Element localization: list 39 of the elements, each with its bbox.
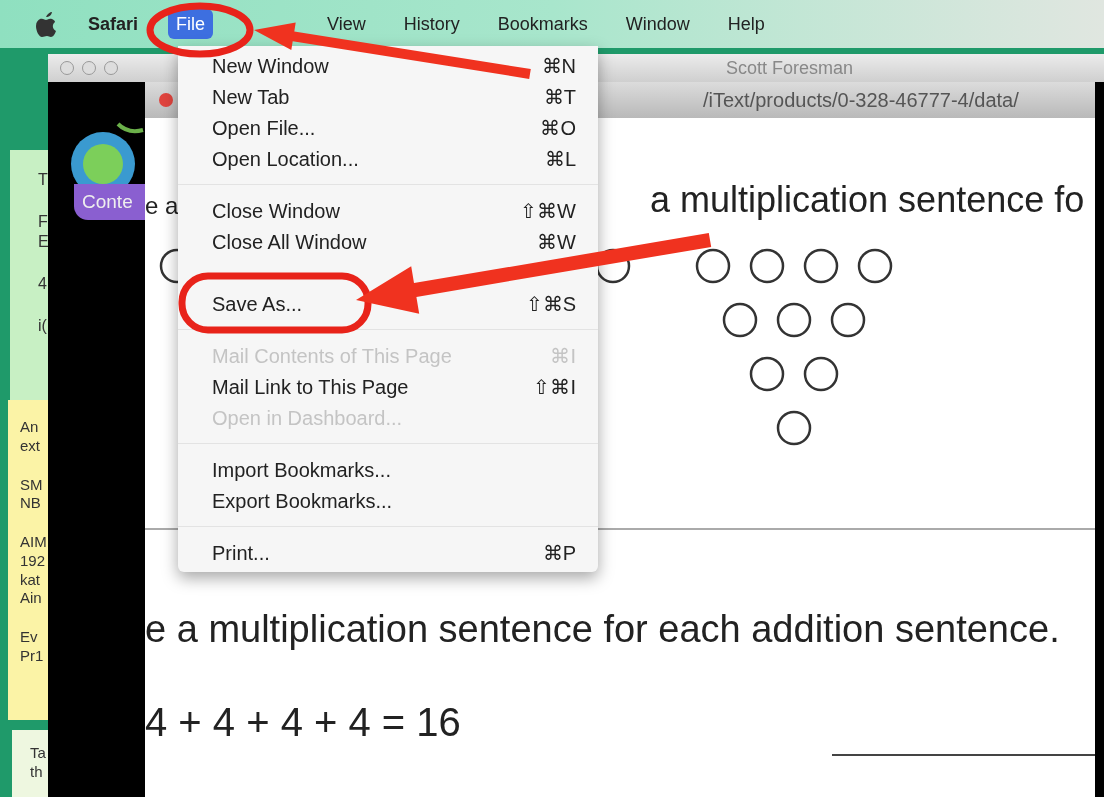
note-text: AIM 192 kat Ain (20, 533, 48, 608)
menu-item[interactable]: Save As... ⇧⌘S (178, 288, 598, 319)
menu-item[interactable]: Print... ⌘P (178, 537, 598, 568)
tab[interactable]: Conte (74, 184, 145, 220)
menu-item[interactable]: Import Bookmarks... (178, 454, 598, 485)
menu-bar-item[interactable]: Bookmarks (489, 9, 596, 39)
note-text: F E (38, 212, 50, 252)
instruction-text: e a (145, 192, 179, 219)
menu-item[interactable]: Close All Window ⌘W (178, 226, 598, 257)
menu-bar-item[interactable]: File (168, 9, 214, 39)
window-button-icon[interactable] (60, 61, 74, 75)
note-text: i( (38, 316, 48, 336)
close-button-icon[interactable] (159, 93, 173, 107)
equation-text: 4 + 4 + 4 + 4 = 16 (145, 702, 462, 742)
menu-item[interactable]: Open Location... ⌘L (178, 143, 598, 174)
menu-bar-item[interactable]: History (395, 9, 468, 39)
menu-item[interactable]: New Tab ⌘T (178, 81, 598, 112)
window-button-icon[interactable] (82, 61, 96, 75)
menu-item[interactable]: New Window ⌘N (178, 50, 598, 81)
note-text: An ext (20, 418, 41, 456)
menu-bar-item[interactable]: Help (719, 9, 773, 39)
url-text[interactable]: /iText/products/0-328-46777-4/data/ (703, 85, 1019, 115)
instruction-text: a multiplication sentence fo (650, 182, 1085, 218)
instruction-text: e a multiplication sentence for each addition sentence. (145, 610, 1061, 648)
apple-logo-icon[interactable] (34, 10, 58, 38)
menu-item[interactable]: Open File... ⌘O (178, 112, 598, 143)
note-text: Ev Pr1 (20, 628, 45, 666)
menu-item[interactable]: Export Bookmarks... (178, 485, 598, 516)
menu-bar-item[interactable]: Window (617, 9, 698, 39)
note-text: SM NB (20, 475, 44, 513)
note-text: Ta th (30, 744, 47, 782)
menu-item[interactable]: Close Window ⇧⌘W (178, 195, 598, 226)
window-title: Scott Foresman (726, 56, 854, 80)
menu-bar-item[interactable]: View (319, 9, 374, 39)
menu-bar-item[interactable]: Safari (80, 9, 147, 39)
note-text: T (38, 170, 49, 190)
menu-item[interactable]: Mail Link to This Page ⇧⌘I (178, 371, 598, 402)
window-button-icon[interactable] (104, 61, 118, 75)
note-text: 4 (38, 274, 48, 294)
